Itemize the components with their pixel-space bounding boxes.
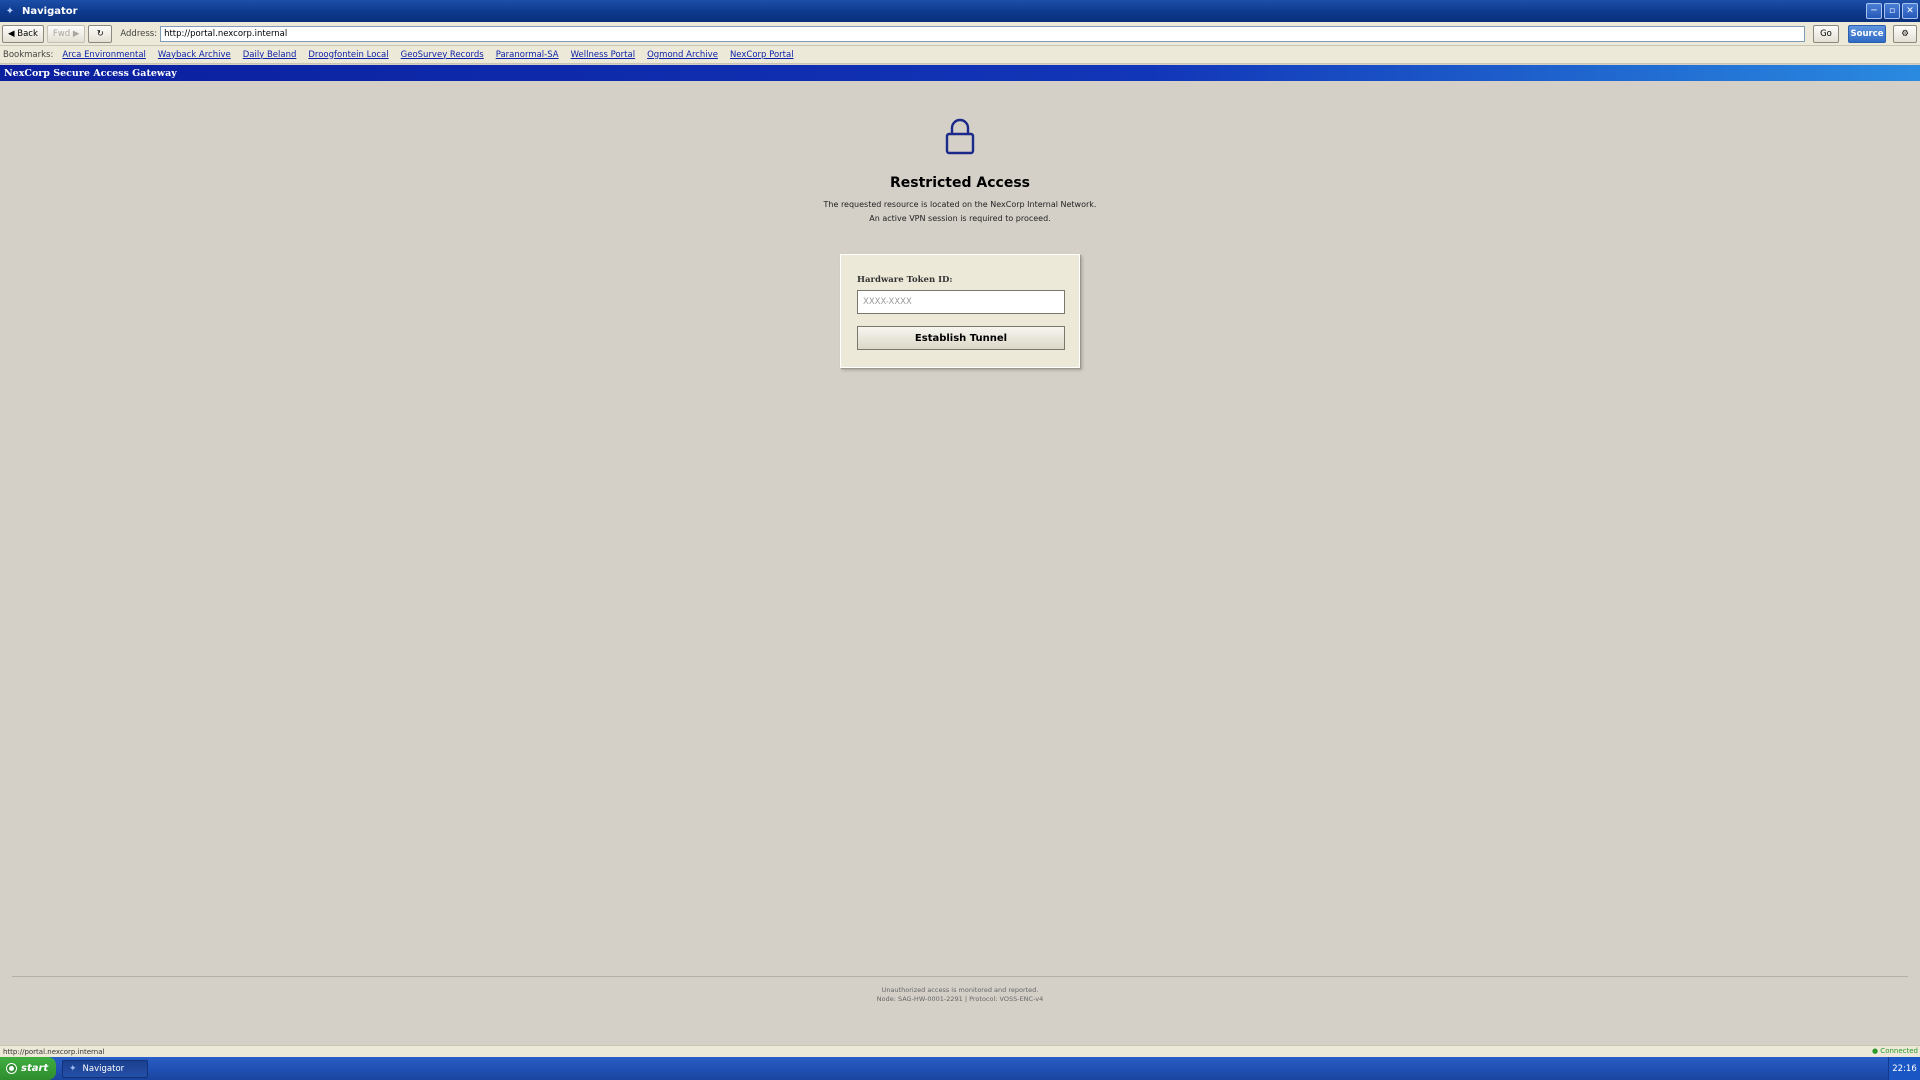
taskbar: start ✦ Navigator 22:16 (0, 1057, 1920, 1080)
bookmark-link[interactable]: GeoSurvey Records (401, 50, 484, 60)
forward-button[interactable]: Fwd ▶ (46, 24, 86, 43)
window-controls: ─ ▫ ✕ (1866, 3, 1918, 19)
reload-button[interactable]: ↻ (88, 24, 113, 43)
status-url: http://portal.nexcorp.internal (3, 1047, 105, 1056)
footer-divider (12, 976, 1908, 977)
bookmark-link[interactable]: Droogfontein Local (308, 50, 388, 60)
page-content: Restricted Access The requested resource… (0, 81, 1920, 1045)
window-title: Navigator (22, 5, 78, 17)
lock-icon (945, 118, 975, 155)
maximize-button[interactable]: ▫ (1884, 3, 1900, 19)
close-button[interactable]: ✕ (1902, 3, 1918, 19)
taskbar-item-label: Navigator (82, 1063, 125, 1074)
source-button[interactable]: Source (1848, 24, 1886, 43)
go-button[interactable]: Go (1813, 24, 1839, 43)
page-header: NexCorp Secure Access Gateway (0, 65, 1920, 81)
settings-button[interactable]: ⚙ (1893, 24, 1917, 43)
bookmark-link[interactable]: Wellness Portal (571, 50, 635, 60)
address-label: Address: (120, 28, 158, 39)
page-title: Restricted Access (890, 175, 1030, 191)
footer-notice: Unauthorized access is monitored and rep… (881, 986, 1039, 994)
footer-node-info: Node: SAG-HW-0001-2291 | Protocol: VOSS-… (876, 995, 1044, 1003)
taskbar-item-navigator[interactable]: ✦ Navigator (62, 1059, 148, 1078)
gear-icon: ⚙ (1901, 28, 1909, 39)
token-input[interactable] (857, 290, 1065, 314)
bookmark-link[interactable]: Daily Beland (243, 50, 297, 60)
description-line: An active VPN session is required to pro… (869, 214, 1051, 223)
establish-tunnel-button[interactable]: Establish Tunnel (857, 326, 1065, 350)
minimize-button[interactable]: ─ (1866, 3, 1882, 19)
clock: 22:16 (1888, 1057, 1920, 1080)
start-label: start (21, 1063, 49, 1074)
start-icon (7, 1064, 16, 1073)
status-bar: http://portal.nexcorp.internal ● Connect… (0, 1045, 1920, 1057)
token-label: Hardware Token ID: (857, 275, 953, 285)
navigator-icon: ✦ (5, 5, 15, 17)
bookmark-link[interactable]: Arca Environmental (62, 50, 146, 60)
navigator-icon: ✦ (69, 1063, 77, 1074)
back-button[interactable]: ◀ Back (2, 24, 44, 43)
bookmark-link[interactable]: Paranormal-SA (496, 50, 559, 60)
browser-toolbar: ◀ Back Fwd ▶ ↻ Address: Go Source ⚙ (0, 22, 1920, 46)
title-bar: ✦ Navigator ─ ▫ ✕ (0, 0, 1920, 22)
bookmark-link[interactable]: Wayback Archive (158, 50, 231, 60)
bookmark-link[interactable]: Ogmond Archive (647, 50, 718, 60)
token-form-panel: Hardware Token ID: Establish Tunnel (840, 254, 1080, 368)
address-input[interactable] (160, 25, 1805, 42)
bookmark-link[interactable]: NexCorp Portal (730, 50, 794, 60)
description-line: The requested resource is located on the… (823, 200, 1097, 209)
connection-status: ● Connected (1871, 1047, 1918, 1055)
bookmarks-label: Bookmarks: (3, 49, 54, 60)
start-button[interactable]: start (0, 1057, 56, 1080)
bookmarks-bar: Bookmarks: Arca Environmental Wayback Ar… (0, 46, 1920, 64)
